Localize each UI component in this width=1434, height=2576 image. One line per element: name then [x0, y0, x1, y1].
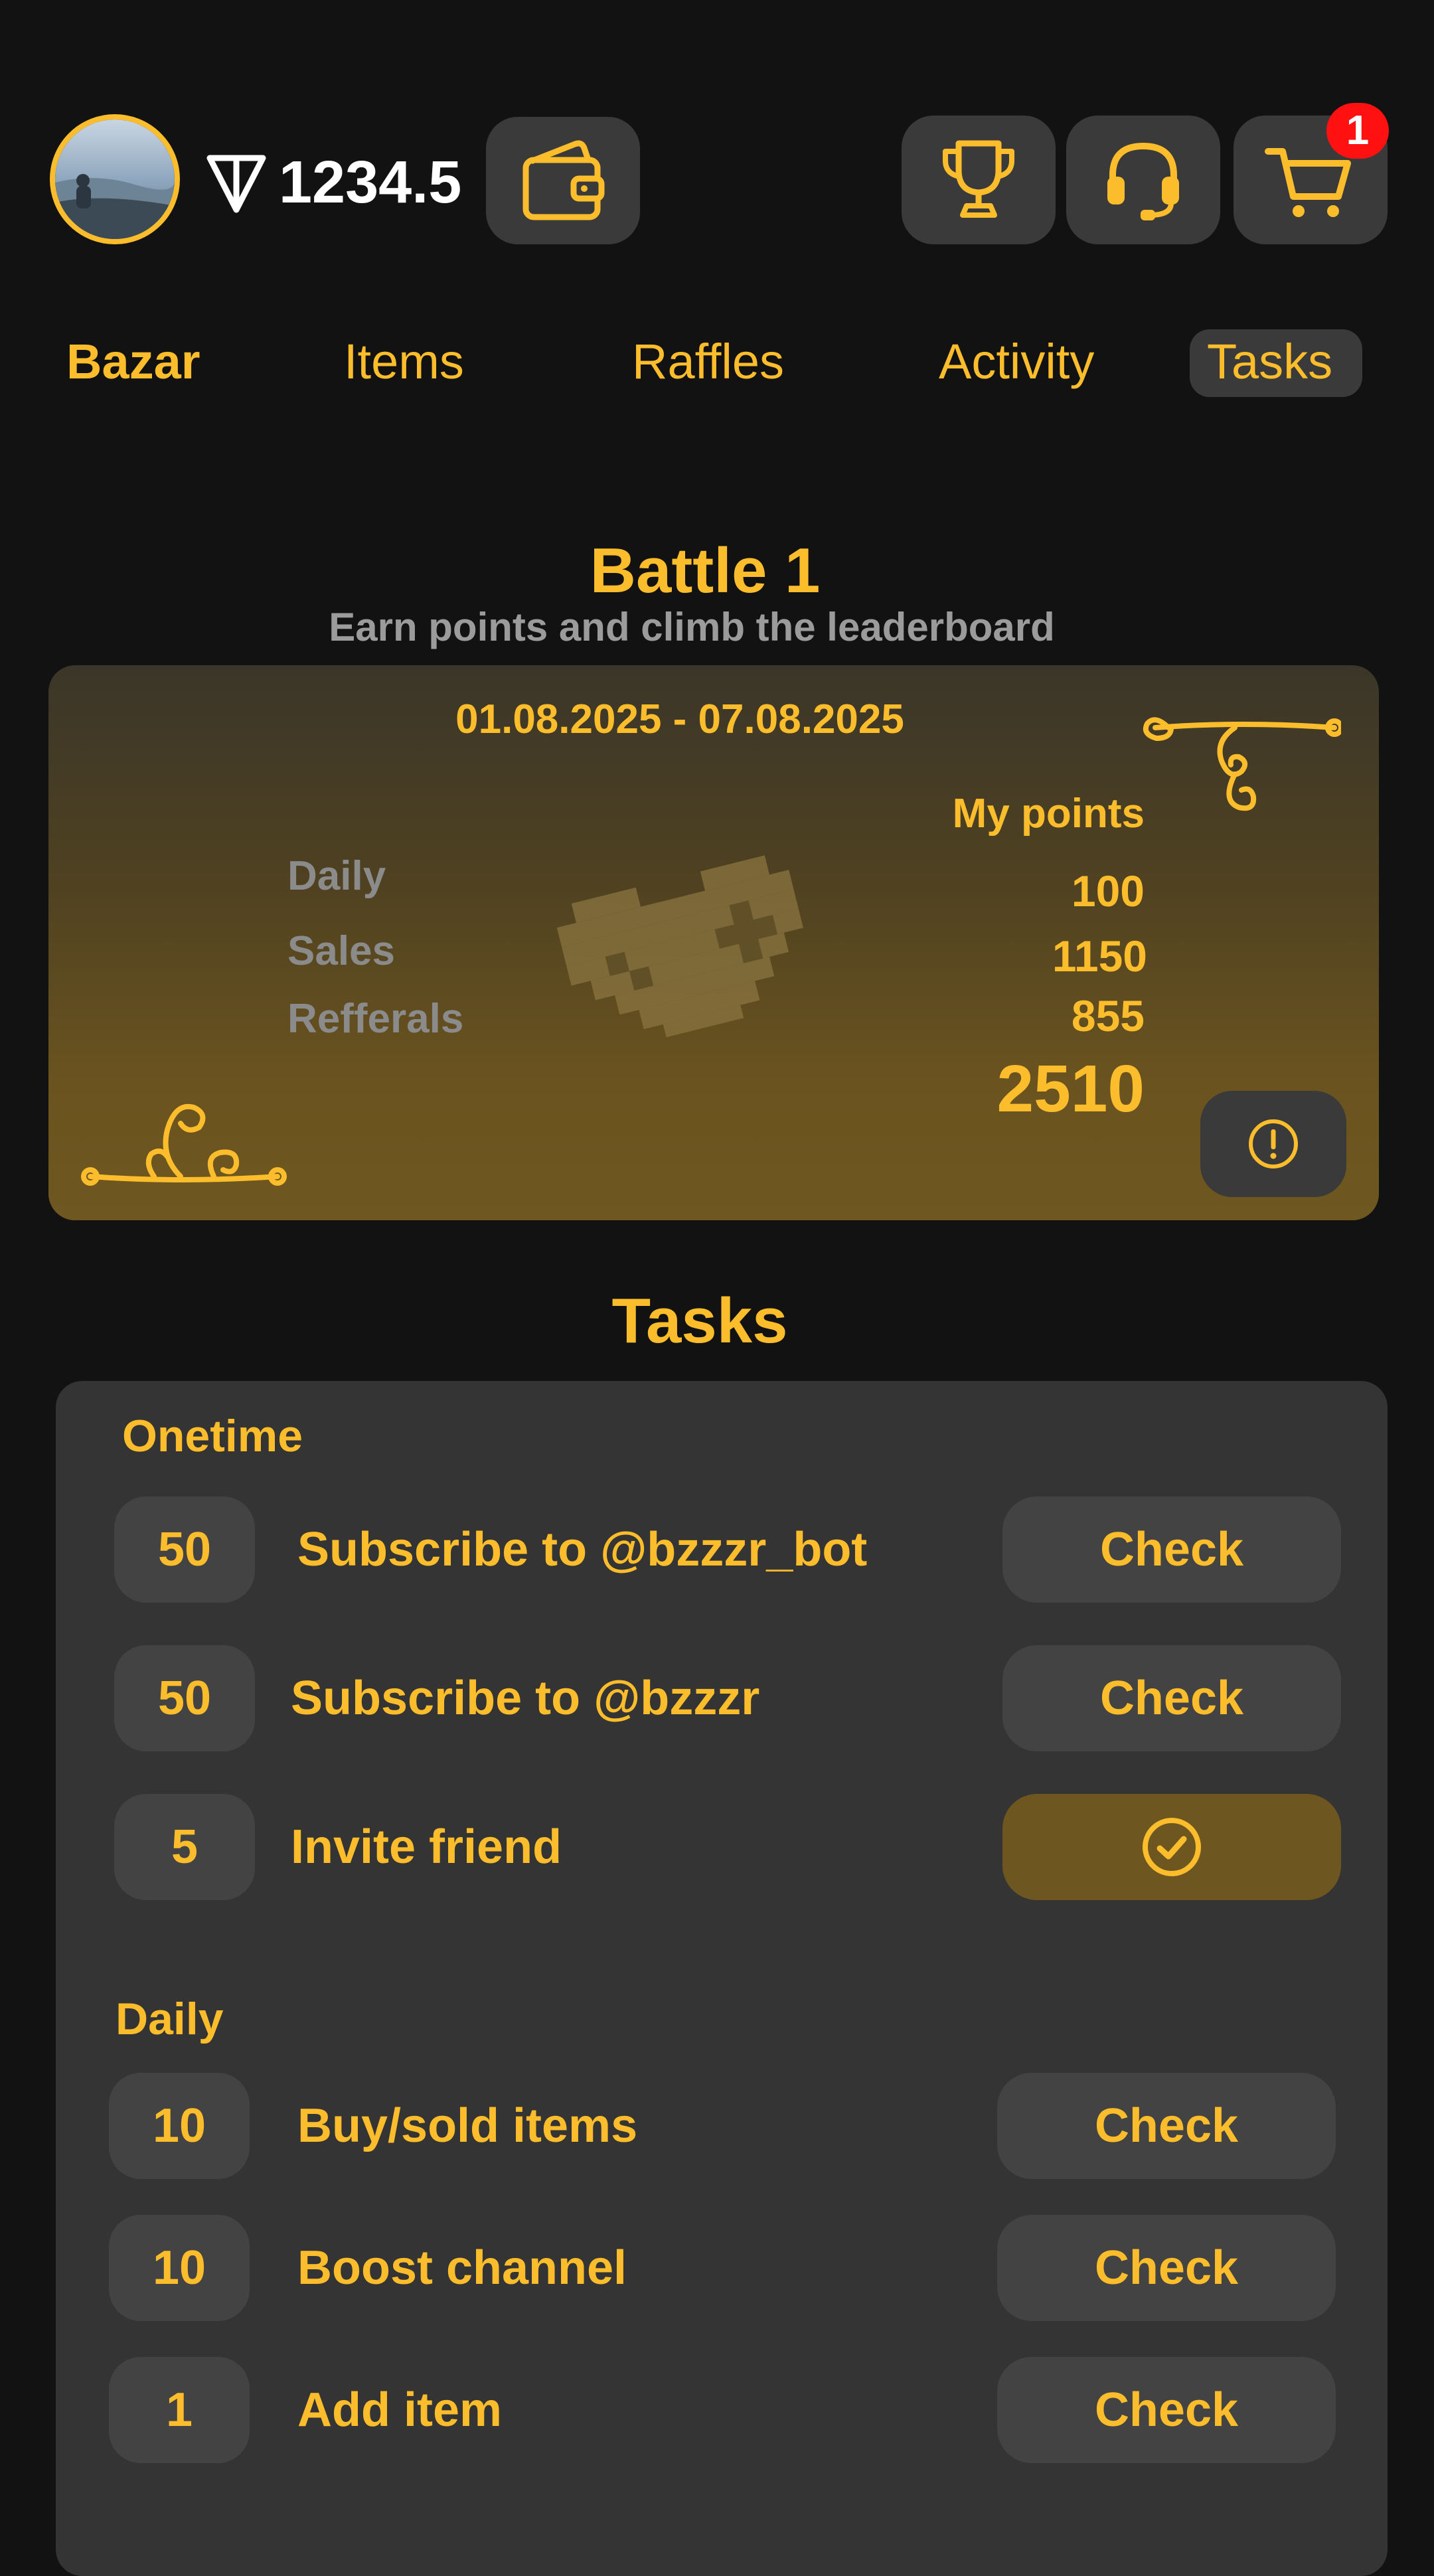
pixel-heart-icon — [544, 829, 843, 1058]
daily-section-label: Daily — [116, 1994, 224, 2044]
ton-icon — [204, 151, 268, 215]
support-button[interactable] — [1066, 116, 1220, 244]
task-label: Boost channel — [297, 2241, 627, 2294]
balance-amount: 1234.5 — [279, 149, 462, 216]
wallet-button[interactable] — [486, 117, 640, 244]
battle-row-label-refferals: Refferals — [287, 996, 464, 1042]
battle-row-value-sales: 1150 — [1052, 931, 1147, 981]
tasks-title: Tasks — [611, 1285, 788, 1356]
leaderboard-button[interactable] — [902, 116, 1056, 244]
battle-info-button[interactable] — [1200, 1091, 1346, 1197]
tab-raffles[interactable]: Raffles — [632, 329, 784, 395]
tab-items[interactable]: Items — [344, 329, 464, 395]
task-check-button[interactable]: Check — [997, 2073, 1336, 2179]
task-check-button[interactable]: Check — [1002, 1496, 1341, 1603]
ornament-top-right — [1142, 708, 1344, 824]
cart-badge: 1 — [1326, 103, 1389, 159]
avatar[interactable] — [50, 114, 180, 244]
avatar-image — [55, 120, 175, 239]
battle-total: 2510 — [996, 1052, 1145, 1126]
check-circle-icon — [1143, 1818, 1201, 1876]
task-check-button[interactable]: Check — [997, 2215, 1336, 2321]
battle-title: Battle 1 — [590, 535, 821, 606]
task-points: 10 — [109, 2073, 250, 2179]
task-points: 50 — [114, 1645, 255, 1751]
battle-row-label-sales: Sales — [287, 928, 396, 974]
task-label: Subscribe to @bzzzr_bot — [297, 1523, 868, 1576]
task-points: 50 — [114, 1496, 255, 1603]
task-points: 1 — [109, 2357, 250, 2463]
battle-row-value-refferals: 855 — [1071, 991, 1145, 1040]
headset-icon — [1107, 142, 1179, 220]
my-points-header: My points — [952, 791, 1145, 837]
onetime-section-label: Onetime — [122, 1411, 303, 1461]
task-done-button[interactable] — [1002, 1794, 1341, 1900]
task-points: 10 — [109, 2215, 250, 2321]
task-label: Buy/sold items — [297, 2099, 638, 2152]
task-label: Subscribe to @bzzzr — [291, 1672, 760, 1725]
wallet-icon — [522, 140, 605, 220]
tab-activity[interactable]: Activity — [939, 329, 1094, 395]
tab-bazar[interactable]: Bazar — [66, 329, 200, 395]
info-icon — [1249, 1119, 1298, 1168]
task-label: Add item — [297, 2383, 503, 2437]
battle-row-value-daily: 100 — [1071, 866, 1145, 916]
task-points: 5 — [114, 1794, 255, 1900]
task-check-button[interactable]: Check — [1002, 1645, 1341, 1751]
ornament-bottom-left — [81, 1084, 287, 1206]
task-check-button[interactable]: Check — [997, 2357, 1336, 2463]
battle-subtitle: Earn points and climb the leaderboard — [329, 605, 1055, 649]
trophy-icon — [943, 140, 1014, 218]
tab-tasks[interactable]: Tasks — [1207, 329, 1332, 395]
task-label: Invite friend — [291, 1820, 562, 1874]
battle-row-label-daily: Daily — [287, 853, 386, 899]
